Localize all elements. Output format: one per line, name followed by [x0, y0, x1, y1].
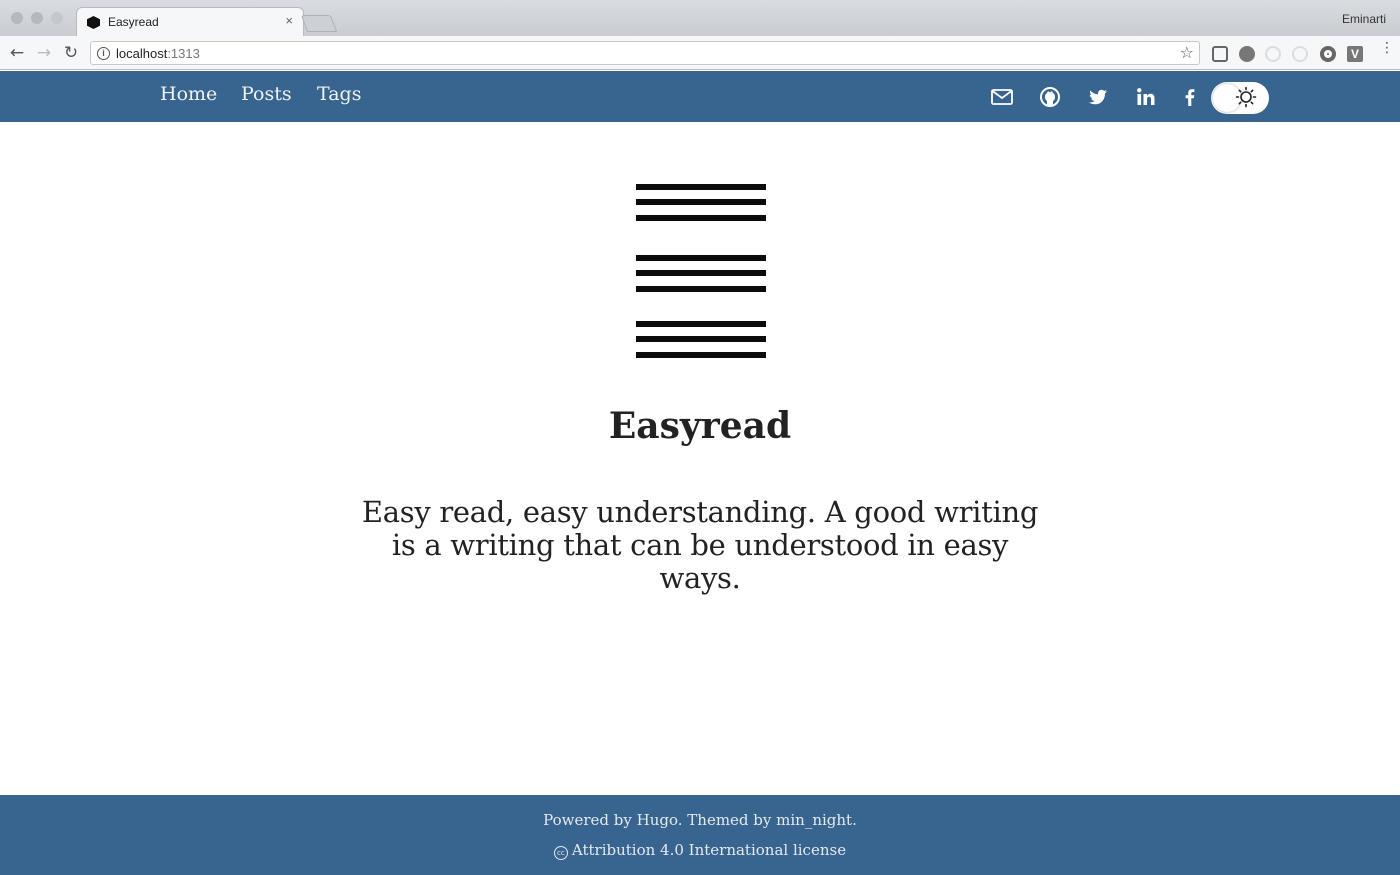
facebook-icon[interactable] [1177, 84, 1203, 110]
minimize-window-button[interactable] [31, 12, 43, 24]
back-arrow-icon[interactable]: ← [7, 43, 27, 63]
sun-icon [1235, 86, 1257, 108]
site-tagline: Easy read, easy understanding. A good wr… [361, 495, 1039, 595]
linkedin-icon[interactable] [1133, 84, 1159, 110]
footer-credit: Powered by Hugo. Themed by min_night. [543, 811, 857, 829]
site-logo [636, 184, 766, 360]
logo-bar [636, 336, 766, 342]
extension-icon[interactable] [1320, 46, 1336, 62]
browser-toolbar: ← → ↻ i localhost:1313 ☆ V ⋮ [0, 36, 1400, 70]
nav-home-link[interactable]: Home [160, 83, 217, 105]
logo-bar [636, 270, 766, 276]
extension-icon[interactable] [1292, 46, 1308, 62]
logo-bar [636, 184, 766, 190]
nav-posts-link[interactable]: Posts [241, 83, 292, 105]
logo-bar [636, 255, 766, 261]
logo-bar [636, 321, 766, 327]
bookmark-star-icon[interactable]: ☆ [1180, 43, 1194, 62]
close-window-button[interactable] [11, 12, 23, 24]
license-text[interactable]: Attribution 4.0 International license [572, 841, 846, 859]
footer-license[interactable]: cc Attribution 4.0 International license [0, 841, 1400, 860]
nav-tags-link[interactable]: Tags [317, 83, 361, 105]
extension-icon[interactable] [1265, 46, 1281, 62]
url-text[interactable]: localhost:1313 [116, 46, 200, 61]
tab-close-icon[interactable]: × [285, 13, 293, 28]
browser-titlebar: Easyread × Eminarti [0, 0, 1400, 36]
browser-tab[interactable]: Easyread × [76, 7, 304, 36]
site-footer: Powered by Hugo. Themed by min_night. cc… [0, 795, 1400, 875]
extension-icon[interactable] [1212, 46, 1228, 62]
hugo-favicon-icon [87, 16, 100, 29]
site-header: Home Posts Tags [0, 71, 1400, 122]
theme-toggle[interactable] [1211, 82, 1269, 114]
forward-arrow-icon[interactable]: → [34, 43, 54, 63]
github-icon[interactable] [1037, 84, 1063, 110]
site-title: Easyread [608, 405, 792, 447]
creative-commons-icon: cc [553, 846, 568, 860]
logo-bar [636, 352, 766, 358]
browser-menu-icon[interactable]: ⋮ [1380, 41, 1394, 55]
logo-bar [636, 286, 766, 292]
new-tab-button[interactable] [300, 15, 338, 32]
zoom-window-button[interactable] [51, 12, 63, 24]
info-icon[interactable]: i [97, 47, 110, 60]
mail-icon[interactable] [989, 84, 1015, 110]
address-bar[interactable]: i localhost:1313 ☆ [90, 41, 1200, 65]
logo-bar [636, 215, 766, 221]
extension-v-icon[interactable]: V [1347, 46, 1363, 62]
twitter-icon[interactable] [1085, 84, 1111, 110]
profile-name[interactable]: Eminarti [1342, 12, 1386, 26]
logo-bar [636, 199, 766, 205]
tab-title: Easyread [108, 15, 159, 29]
reload-icon[interactable]: ↻ [61, 43, 81, 63]
extension-icon[interactable] [1239, 46, 1255, 62]
